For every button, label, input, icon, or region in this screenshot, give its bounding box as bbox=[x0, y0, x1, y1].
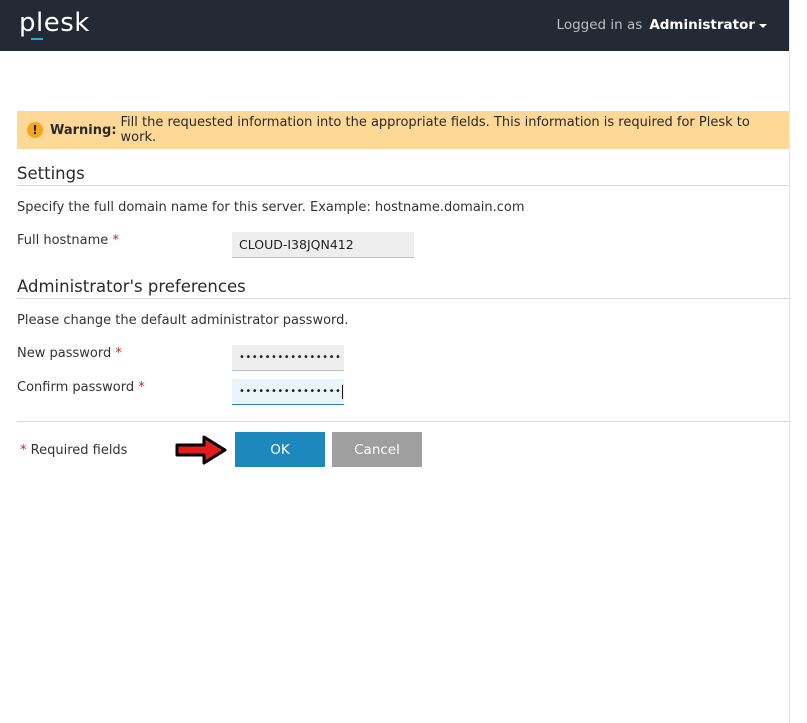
required-fields-note: * Required fields bbox=[20, 443, 127, 458]
confirm-password-input[interactable]: •••••••••••••••• bbox=[232, 379, 344, 405]
required-asterisk: * bbox=[20, 443, 27, 458]
confirm-password-value: •••••••••••••••• bbox=[239, 386, 342, 397]
warning-icon: ! bbox=[27, 122, 43, 138]
admin-prefs-section-title: Administrator's preferences bbox=[17, 277, 246, 296]
form-footer-divider bbox=[17, 421, 789, 422]
required-asterisk: * bbox=[112, 233, 119, 248]
vertical-scrollbar[interactable] bbox=[789, 0, 807, 723]
new-password-label: New password * bbox=[17, 346, 122, 361]
required-fields-text: Required fields bbox=[30, 443, 128, 458]
user-menu[interactable]: Logged in as Administrator bbox=[557, 17, 767, 33]
settings-hint: Specify the full domain name for this se… bbox=[17, 200, 525, 215]
hostname-label: Full hostname * bbox=[17, 233, 119, 248]
text-cursor bbox=[342, 384, 344, 399]
warning-message: Fill the requested information into the … bbox=[120, 115, 750, 145]
top-header-bar: plesk Logged in as Administrator bbox=[0, 0, 789, 51]
plesk-logo[interactable]: plesk bbox=[19, 8, 90, 38]
cancel-button[interactable]: Cancel bbox=[332, 432, 422, 467]
admin-prefs-hint: Please change the default administrator … bbox=[17, 313, 349, 328]
required-asterisk: * bbox=[138, 380, 145, 395]
logo-accent bbox=[31, 38, 43, 40]
new-password-label-text: New password bbox=[17, 346, 112, 361]
settings-divider bbox=[17, 185, 789, 186]
user-name[interactable]: Administrator bbox=[649, 17, 755, 33]
pointer-arrow-icon bbox=[175, 435, 227, 465]
required-asterisk: * bbox=[115, 346, 122, 361]
hostname-label-text: Full hostname bbox=[17, 233, 109, 248]
caret-down-icon[interactable] bbox=[759, 24, 767, 28]
hostname-value: CLOUD-I38JQN412 bbox=[239, 237, 354, 252]
new-password-value: •••••••••••••••• bbox=[239, 352, 342, 363]
warning-banner: ! Warning: Fill the requested informatio… bbox=[17, 111, 789, 149]
ok-button[interactable]: OK bbox=[235, 432, 325, 467]
confirm-password-label-text: Confirm password bbox=[17, 380, 135, 395]
warning-label: Warning: bbox=[49, 122, 117, 138]
logged-in-prefix: Logged in as bbox=[556, 17, 643, 33]
admin-prefs-divider bbox=[17, 298, 789, 299]
new-password-input[interactable]: •••••••••••••••• bbox=[232, 345, 344, 371]
confirm-password-label: Confirm password * bbox=[17, 380, 145, 395]
hostname-input[interactable]: CLOUD-I38JQN412 bbox=[232, 232, 414, 258]
settings-section-title: Settings bbox=[17, 164, 85, 183]
